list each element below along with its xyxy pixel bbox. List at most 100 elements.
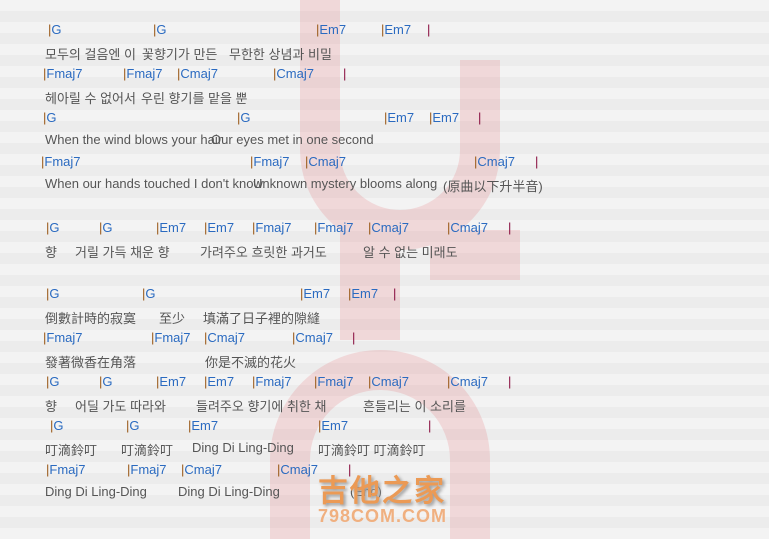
chord: |Em7 [348, 286, 378, 301]
chord-name: Fmaj7 [255, 220, 292, 235]
chord: |G [46, 374, 60, 389]
end-bar-line: | [393, 286, 397, 301]
chord: |G [50, 418, 64, 433]
lyric-phrase: Ding Di Ling-Ding [192, 440, 294, 455]
lyric-phrase: 향 [45, 245, 57, 260]
chord: |Fmaj7 [43, 66, 83, 81]
chord-name: G [102, 374, 113, 389]
chord-name: G [46, 110, 57, 125]
end-bar-line: | [427, 22, 431, 37]
chord-name: G [102, 220, 113, 235]
chord: |Fmaj7 [252, 220, 292, 235]
chord: |G [43, 110, 57, 125]
lyric-phrase: Ding Di Ling-Ding [45, 484, 147, 499]
chord-name: Fmaj7 [154, 330, 191, 345]
end-bar-line: | [478, 110, 482, 125]
chord-name: Em7 [303, 286, 331, 301]
end-bar-line: | [535, 154, 539, 169]
end-bar-line: | [348, 462, 352, 477]
chord-name: Fmaj7 [130, 462, 167, 477]
chord-line: |Fmaj7 |Fmaj7 |Cmaj7 |Cmaj7 | [0, 462, 769, 480]
chord-line: |G |G |Em7 |Em7 | [0, 110, 769, 128]
chord-name: Cmaj7 [280, 462, 318, 477]
chord-sheet: |G |G |Em7 |Em7 | 모두의 걸음엔 이 꽃향기가 만든 무한한 상념과 비밀 |… [0, 0, 769, 539]
lyric-phrase: 叮滴鈴叮 叮滴鈴叮 [318, 443, 426, 458]
chord-name: Cmaj7 [477, 154, 515, 169]
end-bar-line: | [343, 66, 347, 81]
lyric-line: 倒數計時的寂寞 至少 填滿了日子裡的隙縫 [0, 308, 769, 326]
chord: |Cmaj7 [177, 66, 218, 81]
lyric-phrase: 거릴 가득 채운 향 [75, 245, 170, 260]
chord-line: |G |G |Em7 |Em7 | [0, 286, 769, 304]
lyric-phrase: When the wind blows your hair [45, 132, 223, 147]
chord-name: Em7 [321, 418, 349, 433]
chord: |Em7 [156, 220, 186, 235]
lyric-phrase: 叮滴鈴叮 [45, 443, 98, 458]
chord-name: G [53, 418, 64, 433]
lyric-line: When the wind blows your hair Our eyes me… [0, 132, 769, 150]
end-bar-line: | [352, 330, 356, 345]
chord-name: G [145, 286, 156, 301]
chord-name: G [49, 286, 60, 301]
chord: |G [142, 286, 156, 301]
chord: |Cmaj7 [273, 66, 314, 81]
chord: |Em7 [204, 220, 234, 235]
chord: |G [153, 22, 167, 37]
chord: |Cmaj7 [181, 462, 222, 477]
chord-line: |G |G |Em7 |Em7 |Fmaj7 |Fmaj7 |Cmaj7 |Cmaj7 | [0, 374, 769, 392]
end-bar-line: | [508, 220, 512, 235]
lyric-phrase: 무한한 상념과 비밀 [229, 47, 332, 62]
chord: |G [46, 286, 60, 301]
lyric-line: When our hands touched I don't know Unkno… [0, 176, 769, 194]
chord-line: |Fmaj7 |Fmaj7 |Cmaj7 |Cmaj7 | [0, 330, 769, 348]
lyric-phrase: 어딜 가도 따라와 [75, 399, 166, 414]
chord-name: Em7 [384, 22, 412, 37]
lyric-phrase: Our eyes met in one second [211, 132, 374, 147]
lyric-line: 헤아릴 수 없어서 우린 향기를 맡을 뿐 [0, 88, 769, 106]
lyric-line: 叮滴鈴叮 叮滴鈴叮 Ding Di Ling-Ding 叮滴鈴叮 叮滴鈴叮 [0, 440, 769, 458]
chord-name: Em7 [351, 286, 379, 301]
chord-name: G [51, 22, 62, 37]
chord-name: Fmaj7 [255, 374, 292, 389]
chord-line: |G |G |Em7 |Em7 |Fmaj7 |Fmaj7 |Cmaj7 |Cmaj7 | [0, 220, 769, 238]
lyric-phrase: 你是不滅的花火 [205, 355, 297, 370]
lyric-phrase: When our hands touched I don't know [45, 176, 263, 191]
lyric-phrase: Ding Di Ling-Ding [178, 484, 280, 499]
chord-name: Fmaj7 [44, 154, 81, 169]
lyric-phrase: 들려주오 향기에 취한 채 [196, 399, 327, 414]
chord-name: G [49, 374, 60, 389]
chord: |Em7 [318, 418, 348, 433]
chord-name: Cmaj7 [184, 462, 222, 477]
lyric-line: 發著微香在角落 你是不滅的花火 [0, 352, 769, 370]
chord-name: Cmaj7 [207, 330, 245, 345]
lyric-phrase: 填滿了日子裡的隙縫 [203, 311, 321, 326]
chord: |Em7 [156, 374, 186, 389]
chord: |Em7 [300, 286, 330, 301]
chord-line: |Fmaj7 |Fmaj7 |Cmaj7 |Cmaj7 | [0, 66, 769, 84]
chord: |Cmaj7 [368, 220, 409, 235]
chord-name: Em7 [207, 374, 235, 389]
lyric-phrase: 헤아릴 수 없어서 [45, 91, 136, 106]
chord: |Fmaj7 [127, 462, 167, 477]
lyric-line: 향 거릴 가득 채운 향 가려주오 흐릿한 과거도 알 수 없는 미래도 [0, 242, 769, 260]
chord-name: Em7 [191, 418, 219, 433]
chord-name: Fmaj7 [46, 330, 83, 345]
chord: |Fmaj7 [43, 330, 83, 345]
chord-name: Cmaj7 [180, 66, 218, 81]
chord: |Fmaj7 [123, 66, 163, 81]
chord: |Cmaj7 [204, 330, 245, 345]
lyric-line: Ding Di Ling-Ding Ding Di Ling-Ding (End) [0, 484, 769, 502]
chord: |Em7 [204, 374, 234, 389]
lyric-phrase: 꽃향기가 만든 [142, 47, 218, 62]
lyric-phrase: 倒數計時的寂寞 [45, 311, 137, 326]
chord-name: Cmaj7 [371, 220, 409, 235]
lyric-phrase: 흔들리는 이 소리를 [363, 399, 466, 414]
chord-name: Cmaj7 [450, 220, 488, 235]
chord: |G [48, 22, 62, 37]
chord-name: G [129, 418, 140, 433]
chord: |Em7 [429, 110, 459, 125]
chord: |Em7 [316, 22, 346, 37]
chord-name: Em7 [159, 374, 187, 389]
end-bar-line: | [428, 418, 432, 433]
chord: |Fmaj7 [46, 462, 86, 477]
